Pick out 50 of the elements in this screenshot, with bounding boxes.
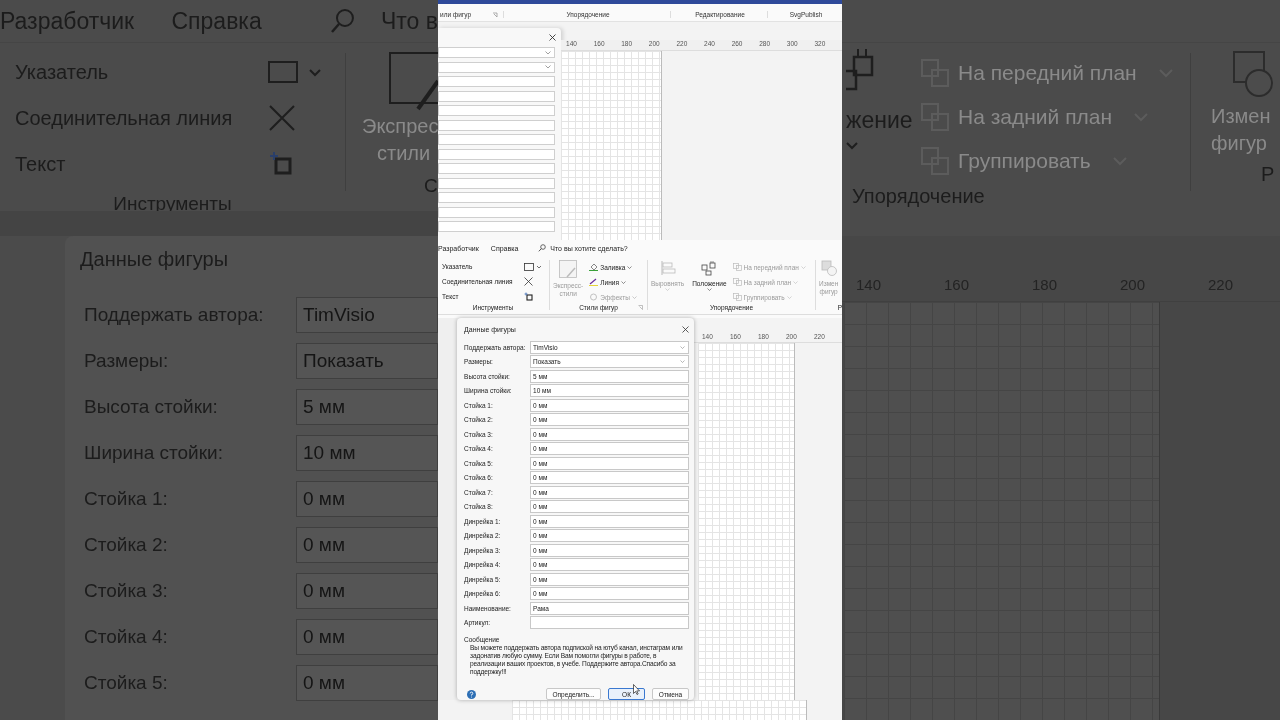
chevron-down-icon <box>680 360 685 364</box>
brush-icon <box>559 260 578 278</box>
rectangle-icon[interactable] <box>524 262 542 271</box>
help-icon[interactable] <box>467 689 477 699</box>
chevron-down-icon <box>545 65 552 69</box>
align-icon <box>659 260 676 276</box>
shapes-icon <box>820 260 837 276</box>
caret-icon <box>706 288 712 291</box>
close-icon[interactable] <box>524 277 533 286</box>
input-field[interactable] <box>438 47 556 58</box>
effects-icon <box>589 293 599 301</box>
caret-icon <box>665 288 671 291</box>
caret-icon <box>627 265 633 269</box>
input-field[interactable] <box>438 119 556 131</box>
caret-icon <box>631 295 637 299</box>
input-field[interactable] <box>438 177 556 189</box>
search-icon <box>329 7 357 35</box>
shapes-icon <box>1233 51 1273 99</box>
caret-icon <box>800 265 806 269</box>
input-field[interactable] <box>438 163 556 174</box>
search-icon <box>538 244 547 252</box>
close-icon[interactable] <box>549 34 557 41</box>
layers-icon <box>732 263 742 271</box>
pen-icon <box>589 278 599 286</box>
input-field[interactable] <box>438 192 556 203</box>
caret-icon <box>793 280 799 284</box>
layers-icon <box>732 278 742 286</box>
input-field[interactable] <box>530 616 689 630</box>
chevron-down-icon <box>680 345 685 349</box>
caret-icon <box>846 142 858 150</box>
close-icon[interactable] <box>682 325 689 333</box>
input-field[interactable] <box>438 148 556 160</box>
launcher-icon[interactable] <box>638 305 643 310</box>
cursor-icon <box>633 684 641 695</box>
layers-icon <box>732 293 742 301</box>
paint-bucket-icon <box>589 263 599 271</box>
position-icon <box>701 260 718 276</box>
input-field[interactable] <box>438 105 556 116</box>
caret-icon <box>786 295 792 299</box>
connection-point-icon[interactable] <box>524 292 533 301</box>
input-field[interactable] <box>438 221 556 232</box>
input-field[interactable] <box>438 206 556 218</box>
input-field[interactable] <box>438 134 556 145</box>
input-field[interactable] <box>438 90 556 102</box>
chevron-down-icon <box>545 50 552 55</box>
input-field[interactable] <box>438 76 556 87</box>
launcher-icon[interactable] <box>492 11 498 18</box>
caret-icon <box>620 280 626 284</box>
input-field[interactable] <box>438 61 556 73</box>
brush-icon <box>388 51 438 113</box>
